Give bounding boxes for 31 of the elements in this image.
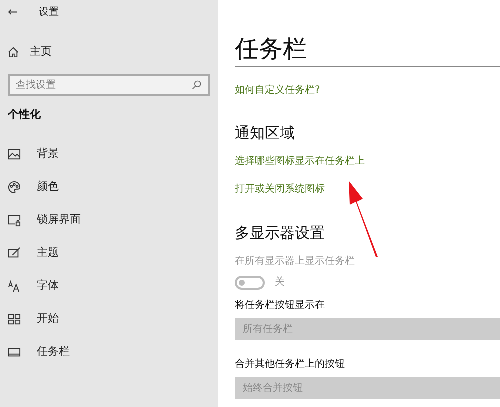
- toggle-state: 关: [275, 276, 285, 290]
- nav-item[interactable]: 主题: [0, 242, 218, 264]
- nav-item[interactable]: 锁屏界面: [0, 210, 218, 230]
- settings-link[interactable]: 选择哪些图标显示在任务栏上: [235, 154, 500, 168]
- search-field[interactable]: 查找设置: [8, 74, 210, 96]
- brush-icon: [8, 246, 21, 260]
- home-link[interactable]: 主页: [0, 42, 218, 62]
- image-icon: [8, 148, 21, 160]
- font-icon: [8, 280, 21, 292]
- home-icon: [8, 46, 19, 58]
- toggle-label: 在所有显示器上显示任务栏: [235, 254, 356, 269]
- dropdown-label: 将任务栏按钮显示在: [235, 298, 326, 313]
- nav-item[interactable]: 开始: [0, 308, 218, 330]
- nav-item[interactable]: 颜色: [0, 176, 218, 198]
- taskbar-icon: [8, 346, 21, 358]
- back-button[interactable]: ←: [0, 3, 24, 21]
- settings-link[interactable]: 打开或关闭系统图标: [235, 182, 500, 196]
- nav-item[interactable]: 字体: [0, 276, 218, 296]
- nav-item[interactable]: 任务栏: [0, 342, 218, 362]
- nav-item[interactable]: 背景: [0, 144, 218, 164]
- section-heading: 多显示器设置: [235, 222, 326, 244]
- start-icon: [8, 312, 21, 326]
- search-icon: [192, 80, 202, 90]
- help-link[interactable]: 如何自定义任务栏?: [235, 83, 500, 98]
- page-title: 任务栏: [235, 34, 500, 67]
- palette-icon: [8, 180, 21, 194]
- window-title: 设置: [39, 6, 59, 20]
- dropdown-label: 合并其他任务栏上的按钮: [235, 358, 346, 372]
- section-heading: 通知区域: [235, 123, 296, 144]
- section-heading: 个性化: [6, 107, 42, 123]
- lock-screen-icon: [8, 214, 21, 226]
